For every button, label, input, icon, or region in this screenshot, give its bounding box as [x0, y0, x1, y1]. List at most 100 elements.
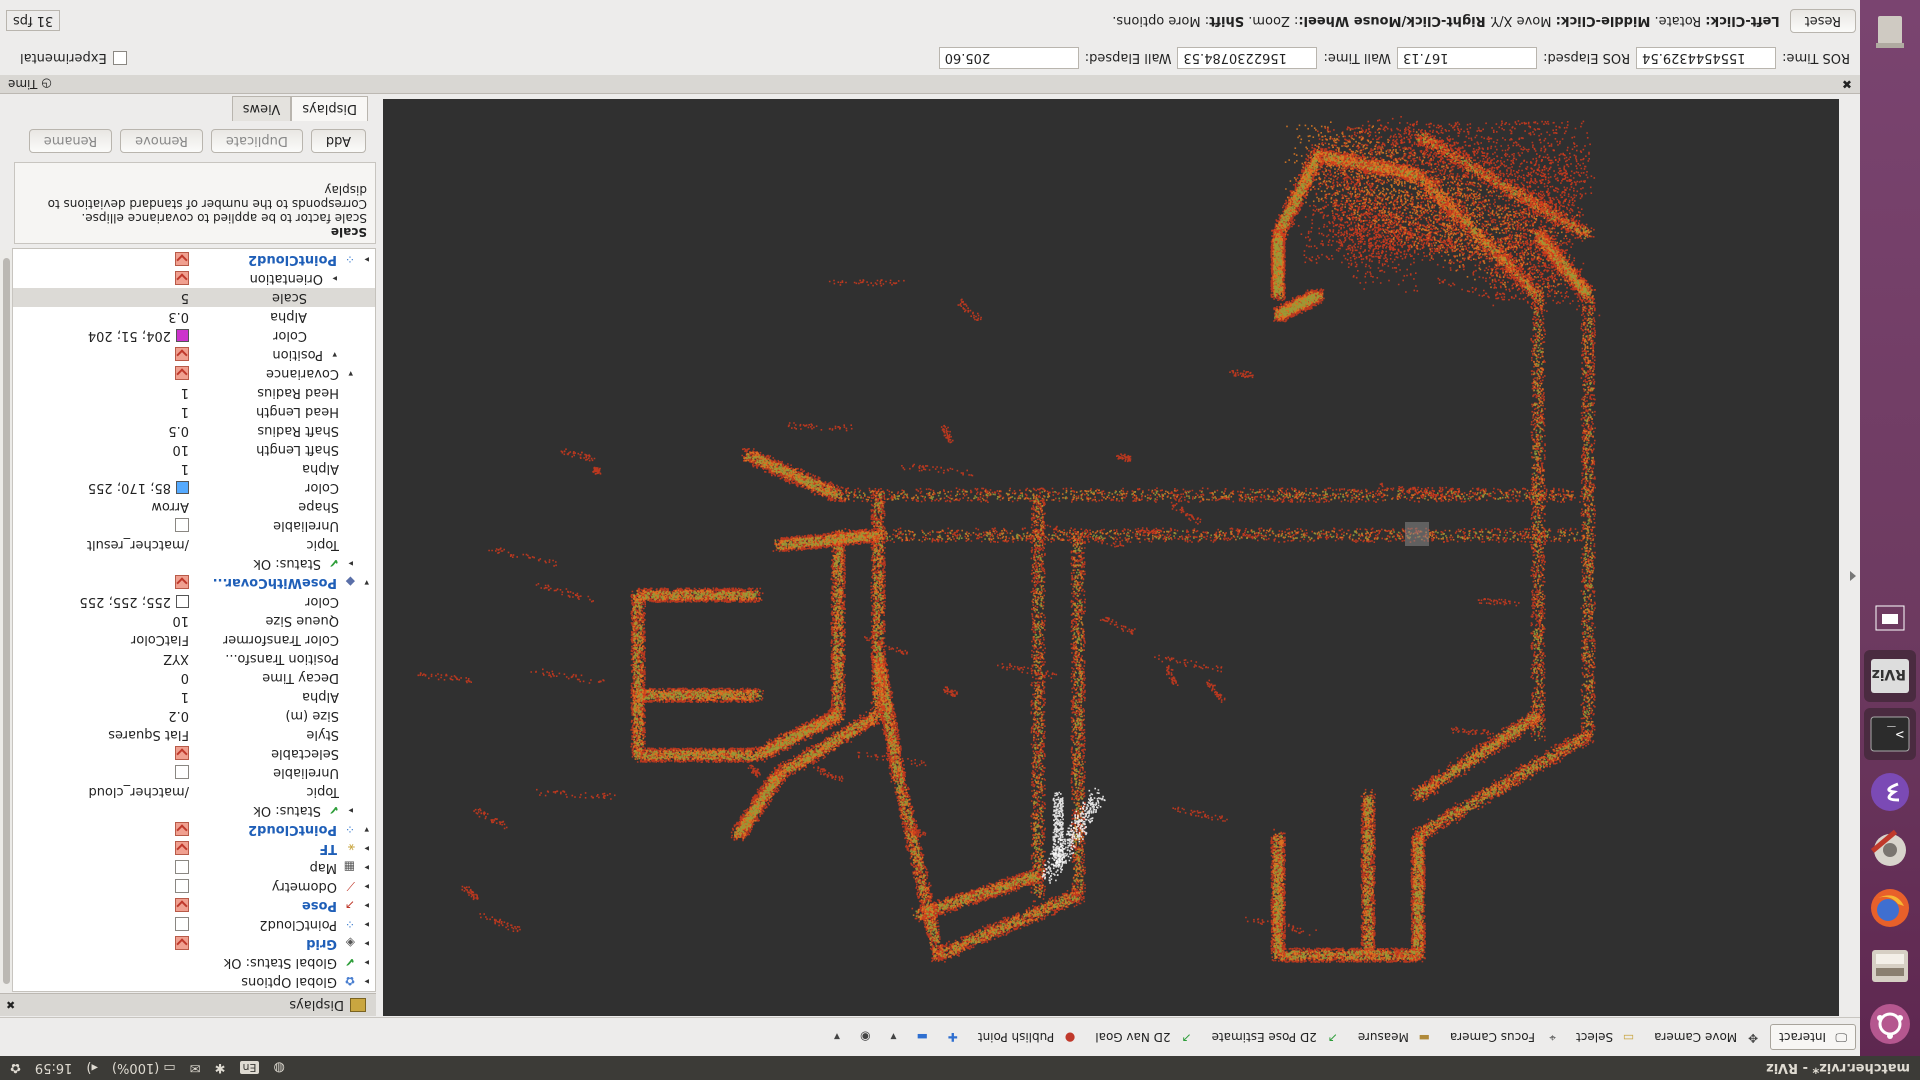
display-tree-row[interactable]: ▾ Position	[13, 345, 375, 364]
property-value[interactable]: 10	[172, 613, 189, 628]
display-tree-row[interactable]: ▸ ✔ Status: Ok	[13, 801, 375, 820]
bluetooth-icon[interactable]: ✱	[215, 1061, 226, 1076]
property-value[interactable]: 85; 170; 255	[88, 480, 171, 495]
remove-button[interactable]: Remove	[120, 129, 203, 153]
color-swatch[interactable]	[176, 595, 189, 608]
settings-gear-icon[interactable]: ✿	[10, 1061, 21, 1076]
expand-arrow-icon[interactable]: ▾	[332, 350, 337, 360]
display-tree-row[interactable]: Color 204; 51; 204	[13, 326, 375, 345]
display-tree-row[interactable]: Style Flat Squares	[13, 725, 375, 744]
enable-checkbox[interactable]	[175, 860, 189, 875]
add-button[interactable]: Add	[310, 129, 366, 153]
tool-measure[interactable]: ▬ Measure	[1350, 1025, 1438, 1049]
display-tree-row[interactable]: Position Transfo... XYZ	[13, 649, 375, 668]
tool-move-camera[interactable]: ✥ Move Camera	[1646, 1025, 1766, 1049]
property-value[interactable]: 10	[172, 442, 189, 457]
property-value[interactable]: 0	[181, 670, 189, 685]
display-tree-row[interactable]: ▸ ⚹ TF	[13, 839, 375, 858]
expand-arrow-icon[interactable]: ▾	[364, 578, 369, 588]
tool-interact[interactable]: 🖵 Interact	[1770, 1024, 1856, 1050]
tab-views[interactable]: Views	[231, 96, 292, 121]
enable-checkbox[interactable]	[175, 879, 189, 894]
expand-arrow-icon[interactable]: ▸	[364, 920, 369, 930]
expand-arrow-icon[interactable]: ▸	[364, 901, 369, 911]
property-value[interactable]: FlatColor	[131, 632, 189, 647]
ros-elapsed-field[interactable]: 167.13	[1397, 47, 1538, 69]
wall-time-field[interactable]: 1562230784.53	[1177, 47, 1318, 69]
display-tree-row[interactable]: Queue Size 10	[13, 611, 375, 630]
property-value[interactable]: /matcher_cloud	[88, 784, 189, 799]
property-value[interactable]: 1	[181, 461, 189, 476]
tool-focus-camera[interactable]: ⌖ Focus Camera	[1442, 1025, 1564, 1049]
expand-arrow-icon[interactable]: ▸	[348, 806, 353, 816]
property-value[interactable]: XYZ	[163, 651, 189, 666]
add-view-icon[interactable]: ✚	[940, 1026, 966, 1048]
display-tree-row[interactable]: ▸ ⟋ Odometry	[13, 877, 375, 896]
enable-checkbox[interactable]	[175, 765, 189, 780]
enable-checkbox[interactable]	[175, 366, 189, 381]
enable-checkbox[interactable]	[175, 841, 189, 856]
display-tree-row[interactable]: Alpha 1	[13, 687, 375, 706]
display-tree-row[interactable]: Topic/matcher_cloud	[13, 782, 375, 801]
display-tree-row[interactable]: ▸ Orientation	[13, 269, 375, 288]
render-view[interactable]	[383, 99, 1839, 1016]
display-tree-row[interactable]: ▾ Covariance	[13, 364, 375, 383]
launcher-workspace-button[interactable]	[1864, 592, 1916, 644]
display-tree-scrollbar[interactable]	[0, 250, 13, 992]
display-tree-row[interactable]: Color 85; 170; 255	[13, 478, 375, 497]
property-value[interactable]: 0.2	[168, 708, 189, 723]
tool-2d-nav-goal[interactable]: ↗ 2D Nav Goal	[1087, 1025, 1199, 1049]
display-tree-row[interactable]: ▸ ▦ Map	[13, 858, 375, 877]
tab-displays[interactable]: Displays	[291, 96, 368, 121]
display-tree-row[interactable]: Unreliable	[13, 763, 375, 782]
expand-arrow-icon[interactable]: ▸	[364, 958, 369, 968]
enable-checkbox[interactable]	[175, 252, 189, 267]
enable-checkbox[interactable]	[175, 746, 189, 761]
expand-arrow-icon[interactable]: ▾	[348, 369, 353, 379]
tool-publish-point[interactable]: ● Publish Point	[970, 1025, 1083, 1049]
property-value[interactable]: 1	[181, 385, 189, 400]
enable-checkbox[interactable]	[175, 575, 189, 590]
experimental-checkbox[interactable]	[112, 51, 127, 65]
property-value[interactable]: /matcher_result	[87, 537, 189, 552]
close-icon[interactable]: ✖	[6, 999, 15, 1012]
reset-button[interactable]: Reset	[1789, 9, 1856, 33]
ros-time-field[interactable]: 1554544329.54	[1636, 47, 1777, 69]
display-tree-row[interactable]: Decay Time 0	[13, 668, 375, 687]
launcher-firefox-button[interactable]	[1864, 882, 1916, 934]
display-tree-row[interactable]: ▸ ✿ Global Options	[13, 972, 375, 991]
display-tree-row[interactable]: Unreliable	[13, 516, 375, 535]
display-tree-row[interactable]: Alpha 0.3	[13, 307, 375, 326]
battery-indicator[interactable]: ▭ (100%)	[112, 1061, 176, 1076]
wall-elapsed-field[interactable]: 205.60	[938, 47, 1079, 69]
property-value[interactable]: Arrow	[151, 499, 189, 514]
enable-checkbox[interactable]	[175, 518, 189, 533]
tool-2d-pose-estimate[interactable]: ↗ 2D Pose Estimate	[1204, 1025, 1346, 1049]
property-value[interactable]: Flat Squares	[108, 727, 189, 742]
dropdown-icon[interactable]: ▾	[882, 1026, 904, 1048]
display-tree-row[interactable]: Shaft Length 10	[13, 440, 375, 459]
close-icon[interactable]: ✖	[1842, 77, 1852, 91]
property-value[interactable]: 1	[181, 404, 189, 419]
display-tree-row[interactable]: ▸ ⁘ PointCloud2	[13, 250, 375, 269]
keyboard-layout[interactable]: En	[239, 1061, 260, 1075]
expand-arrow-icon[interactable]: ▸	[364, 863, 369, 873]
volume-icon[interactable]: ◂)	[86, 1061, 98, 1076]
expand-arrow-icon[interactable]: ▸	[364, 882, 369, 892]
display-tree-row[interactable]: ▸ ✔ Global Status: Ok	[13, 953, 375, 972]
display-tree-row[interactable]: ▸ ✔ Status: Ok	[13, 554, 375, 573]
display-tree-row[interactable]: Head Length 1	[13, 402, 375, 421]
property-value[interactable]: 0.5	[168, 423, 189, 438]
display-tree-row[interactable]: ▸ ↗ Pose	[13, 896, 375, 915]
launcher-terminal-button[interactable]: >_	[1864, 708, 1916, 760]
display-tree-row[interactable]: ▾ ◆ PoseWithCovar...	[13, 573, 375, 592]
display-tree-row[interactable]: ▸ ◈ Grid	[13, 934, 375, 953]
rename-button[interactable]: Rename	[28, 129, 113, 153]
color-swatch[interactable]	[176, 329, 189, 342]
enable-checkbox[interactable]	[175, 917, 189, 932]
property-value[interactable]: 0.3	[168, 309, 189, 324]
mail-icon[interactable]: ✉	[190, 1061, 201, 1076]
launcher-trash-button[interactable]	[1864, 6, 1916, 58]
display-tree-row[interactable]: Alpha 1	[13, 459, 375, 478]
property-value[interactable]: 5	[181, 290, 189, 305]
